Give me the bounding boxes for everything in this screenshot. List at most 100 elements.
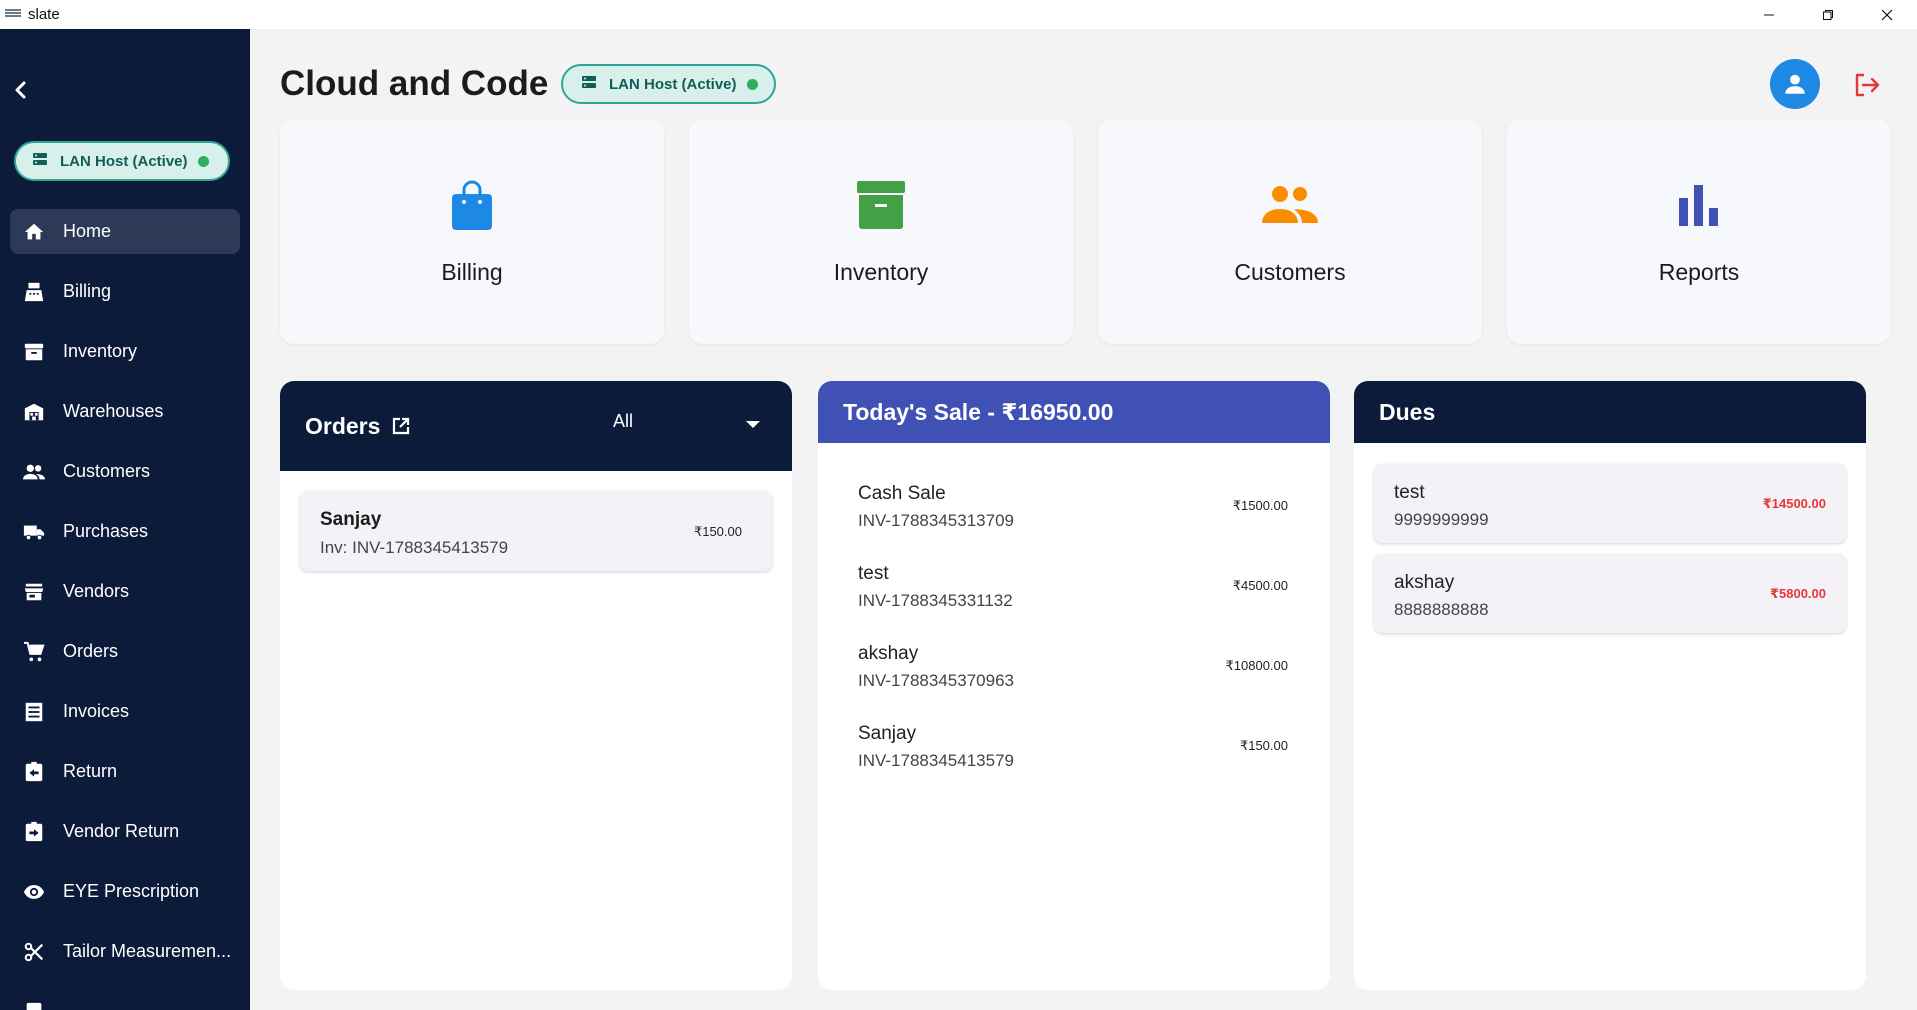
- document-icon: [22, 1000, 46, 1010]
- truck-icon: [22, 520, 46, 544]
- sidebar-item-tailor-measurement[interactable]: Tailor Measuremen...: [10, 929, 240, 974]
- sidebar-item-orders[interactable]: Orders: [10, 629, 240, 674]
- tile-label: Customers: [1234, 259, 1346, 285]
- sale-name: Cash Sale: [858, 483, 946, 504]
- sidebar-item-partial[interactable]: [10, 989, 240, 1010]
- return-icon: [22, 760, 46, 784]
- scissors-icon: [22, 940, 46, 964]
- orders-panel: Orders All Sanjay Inv: INV-1788345413579…: [280, 381, 792, 990]
- dues-title: Dues: [1379, 398, 1436, 425]
- todays-sale-panel: Today's Sale - ₹16950.00 Cash Sale INV-1…: [818, 381, 1330, 990]
- tile-label: Billing: [441, 259, 503, 285]
- server-status-badge-header[interactable]: LAN Host (Active): [561, 64, 776, 104]
- sidebar-item-purchases[interactable]: Purchases: [10, 509, 240, 554]
- sidebar-item-label: Tailor Measuremen...: [63, 941, 232, 961]
- dues-header: Dues: [1354, 381, 1866, 443]
- sidebar-item-label: Customers: [63, 461, 151, 481]
- sidebar-item-home[interactable]: Home: [10, 209, 240, 254]
- tile-inventory[interactable]: Inventory: [689, 119, 1073, 344]
- sidebar-item-invoices[interactable]: Invoices: [10, 689, 240, 734]
- todays-sale-title: Today's Sale - ₹16950.00: [843, 398, 1114, 425]
- due-amount: ₹5800.00: [1769, 586, 1826, 601]
- sidebar-item-billing[interactable]: Billing: [10, 269, 240, 314]
- sidebar-item-label: Vendor Return: [63, 821, 180, 841]
- sale-name: Sanjay: [858, 723, 917, 744]
- due-phone: 8888888888: [1394, 600, 1489, 619]
- server-status-label: LAN Host (Active): [60, 152, 188, 170]
- order-amount: ₹150.00: [693, 524, 742, 539]
- sidebar-item-label: Return: [63, 761, 118, 781]
- sidebar-item-label: Billing: [63, 281, 112, 301]
- list-icon: [22, 700, 46, 724]
- sale-row[interactable]: Sanjay INV-1788345413579 ₹150.00: [858, 723, 1288, 783]
- orders-panel-header: Orders All: [280, 381, 792, 471]
- server-status-label: LAN Host (Active): [609, 75, 737, 93]
- due-card[interactable]: akshay 8888888888 ₹5800.00: [1374, 554, 1846, 633]
- sidebar-item-warehouses[interactable]: Warehouses: [10, 389, 240, 434]
- logout-icon[interactable]: [1852, 70, 1882, 100]
- sidebar-item-vendors[interactable]: Vendors: [10, 569, 240, 614]
- server-status-badge[interactable]: LAN Host (Active): [14, 141, 230, 181]
- page-title: Cloud and Code: [280, 64, 549, 103]
- due-customer: test: [1394, 482, 1425, 503]
- sale-amount: ₹1500.00: [1232, 498, 1288, 513]
- server-icon: [32, 151, 48, 171]
- dues-panel: Dues test 9999999999 ₹14500.00 akshay 88…: [1354, 381, 1866, 990]
- people-icon: [22, 460, 46, 484]
- window-titlebar: slate: [0, 0, 1917, 29]
- order-card[interactable]: Sanjay Inv: INV-1788345413579 ₹150.00: [300, 491, 772, 571]
- order-customer: Sanjay: [320, 509, 382, 530]
- sidebar-item-label: EYE Prescription: [63, 881, 200, 901]
- sidebar-nav: Home Billing Inventory Warehouses Custom…: [10, 209, 240, 1010]
- cart-icon: [22, 640, 46, 664]
- vendor-return-icon: [22, 820, 46, 844]
- sale-name: test: [858, 563, 889, 584]
- sidebar-item-label: Invoices: [63, 701, 130, 721]
- tile-reports[interactable]: Reports: [1507, 119, 1891, 344]
- sidebar-item-inventory[interactable]: Inventory: [10, 329, 240, 374]
- orders-filter-select[interactable]: All: [613, 411, 633, 432]
- sale-row[interactable]: test INV-1788345331132 ₹4500.00: [858, 563, 1288, 623]
- window-title: slate: [28, 6, 60, 23]
- sale-invoice: INV-1788345413579: [858, 751, 1014, 770]
- sale-amount: ₹150.00: [1239, 738, 1288, 753]
- sidebar-item-return[interactable]: Return: [10, 749, 240, 794]
- sale-row[interactable]: Cash Sale INV-1788345313709 ₹1500.00: [858, 483, 1288, 543]
- orders-title: Orders: [305, 412, 381, 439]
- todays-sale-header: Today's Sale - ₹16950.00: [818, 381, 1330, 443]
- home-icon: [22, 220, 46, 244]
- sidebar-item-customers[interactable]: Customers: [10, 449, 240, 494]
- people-icon: [1262, 177, 1318, 233]
- eye-icon: [22, 880, 46, 904]
- sidebar-item-vendor-return[interactable]: Vendor Return: [10, 809, 240, 854]
- bar-chart-icon: [1671, 177, 1727, 233]
- restore-button[interactable]: [1799, 0, 1857, 29]
- minimize-button[interactable]: [1740, 0, 1798, 29]
- server-icon: [581, 74, 597, 94]
- sidebar-item-label: Warehouses: [63, 401, 164, 421]
- back-arrow-icon[interactable]: [10, 79, 32, 101]
- sidebar-item-label: Inventory: [63, 341, 138, 361]
- store-icon: [22, 580, 46, 604]
- sidebar-item-label: Purchases: [63, 521, 149, 541]
- due-customer: akshay: [1394, 572, 1455, 593]
- profile-avatar-button[interactable]: [1770, 59, 1820, 109]
- sale-invoice: INV-1788345313709: [858, 511, 1014, 530]
- close-button[interactable]: [1858, 0, 1916, 29]
- status-dot: [197, 155, 209, 167]
- tile-billing[interactable]: Billing: [280, 119, 664, 344]
- sale-amount: ₹10800.00: [1225, 658, 1289, 673]
- sidebar-item-eye-prescription[interactable]: EYE Prescription: [10, 869, 240, 914]
- app-icon: [5, 9, 21, 18]
- sale-row[interactable]: akshay INV-1788345370963 ₹10800.00: [858, 643, 1288, 703]
- tile-customers[interactable]: Customers: [1098, 119, 1482, 344]
- warehouse-icon: [22, 400, 46, 424]
- person-icon: [1785, 74, 1805, 94]
- sidebar: LAN Host (Active) Home Billing Inventory: [0, 29, 250, 1010]
- sidebar-item-label: Orders: [63, 641, 119, 661]
- status-dot: [746, 78, 758, 90]
- open-external-icon[interactable]: [392, 417, 410, 435]
- chevron-down-icon[interactable]: [746, 421, 760, 428]
- due-card[interactable]: test 9999999999 ₹14500.00: [1374, 464, 1846, 543]
- tile-label: Inventory: [833, 259, 929, 285]
